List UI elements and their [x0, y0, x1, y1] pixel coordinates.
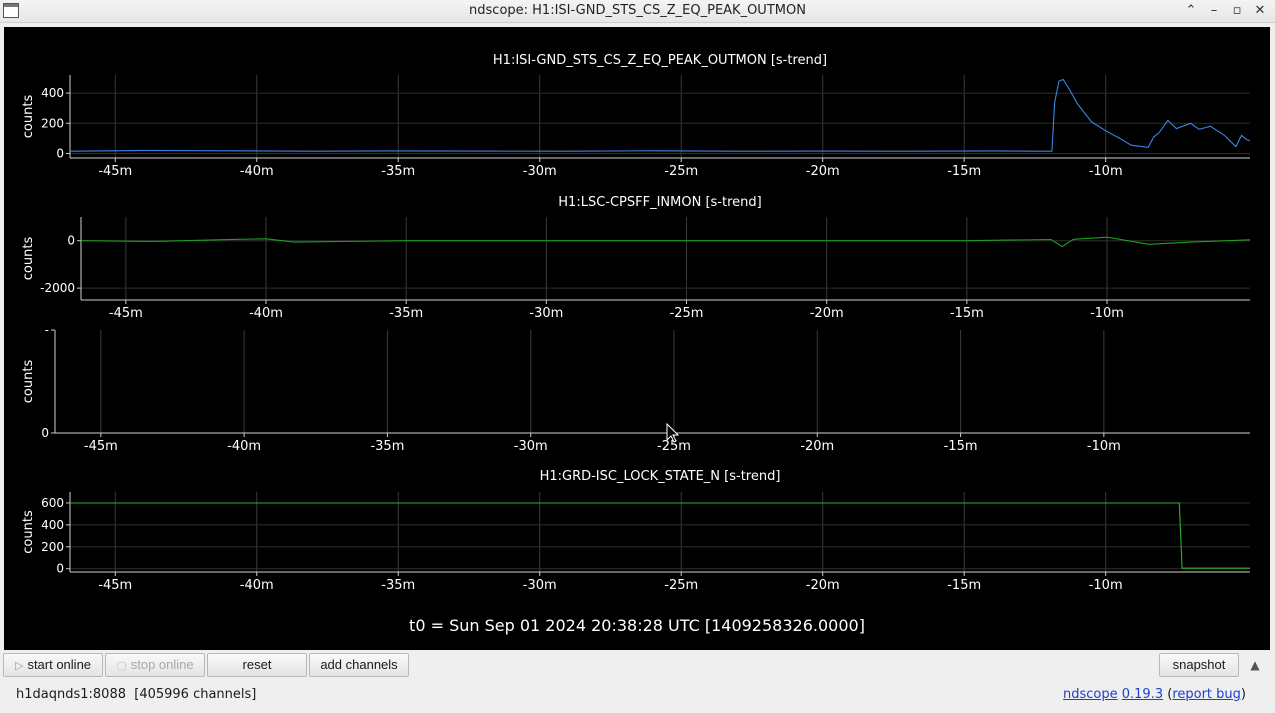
play-icon: ▷ [14, 660, 24, 672]
y-tick-label: 0 [56, 562, 64, 576]
snapshot-button[interactable]: snapshot [1159, 653, 1239, 677]
y-axis-label: counts [21, 237, 36, 281]
x-tick-label: -30m [523, 164, 557, 179]
report-bug-link[interactable]: report bug [1172, 687, 1241, 702]
series-line [70, 502, 1250, 569]
x-tick-label: -10m [1090, 306, 1124, 321]
x-tick-label: -20m [806, 578, 840, 593]
x-tick-label: -35m [389, 306, 423, 321]
series-line [69, 78, 1251, 152]
x-tick-label: -15m [944, 439, 978, 454]
start-online-label: start online [27, 657, 92, 672]
x-tick-label: -45m [109, 306, 143, 321]
stop-online-label: stop online [130, 657, 194, 672]
add-channels-button[interactable]: add channels [309, 653, 409, 677]
x-tick-label: -15m [947, 578, 981, 593]
y-tick-label: 0 [56, 146, 64, 160]
x-tick-label: -35m [381, 164, 415, 179]
x-tick-label: -35m [370, 439, 404, 454]
x-tick-label: -35m [381, 578, 415, 593]
y-tick-label: 0 [41, 426, 49, 440]
scope-plot-area[interactable]: 0 200 400 -45m -40m -35m -30m -25m -20m -15m -10m c… [4, 27, 1270, 650]
x-tick-label: -25m [664, 164, 698, 179]
y-tick-label: 200 [41, 540, 64, 554]
x-tick-label: -20m [806, 164, 840, 179]
x-tick-label: -30m [514, 439, 548, 454]
version-link[interactable]: 0.19.3 [1122, 687, 1163, 702]
x-tick-label: -20m [810, 306, 844, 321]
x-tick-label: -15m [947, 164, 981, 179]
stop-icon: ▢ [116, 660, 127, 672]
x-tick-label: -25m [670, 306, 704, 321]
reset-button[interactable]: reset [207, 653, 307, 677]
x-tick-label: -45m [98, 578, 132, 593]
plot-title: H1:GRD-ISC_LOCK_STATE_N [s-trend] [540, 469, 781, 484]
y-tick-label: -2000 [40, 281, 75, 295]
series-line [80, 236, 1251, 248]
x-tick-label: -20m [800, 439, 834, 454]
x-tick-label: -15m [950, 306, 984, 321]
status-server: h1daqnds1:8088 [405996 channels] [16, 687, 257, 702]
window-title: ndscope: H1:ISI-GND_STS_CS_Z_EQ_PEAK_OUT… [469, 3, 806, 18]
x-tick-label: -30m [523, 578, 557, 593]
chevron-up-icon[interactable]: ⌃ [1181, 1, 1201, 21]
status-about: ndscope 0.19.3 (report bug) [1062, 687, 1246, 702]
x-tick-label: -10m [1089, 578, 1123, 593]
y-axis-label: counts [21, 95, 36, 139]
y-tick-label: 600 [41, 496, 64, 510]
y-tick-label: 200 [41, 116, 64, 130]
t0-label: t0 = Sun Sep 01 2024 20:38:28 UTC [14092… [409, 616, 865, 635]
x-tick-label: -40m [227, 439, 261, 454]
x-tick-label: -30m [529, 306, 563, 321]
x-tick-label: -40m [240, 164, 274, 179]
x-tick-label: -10m [1089, 164, 1123, 179]
x-tick-label: -45m [98, 164, 132, 179]
y-tick-label: 0 [67, 234, 75, 248]
x-tick-label: -40m [249, 306, 283, 321]
y-tick-label: 400 [41, 86, 64, 100]
y-tick-label: - [45, 323, 49, 337]
plot-title: H1:LSC-CPSFF_INMON [s-trend] [558, 195, 761, 210]
expand-panel-icon[interactable]: ▲ [1248, 658, 1262, 672]
x-tick-label: -25m [664, 578, 698, 593]
close-icon[interactable]: ✕ [1250, 1, 1270, 21]
window-titlebar: ndscope: H1:ISI-GND_STS_CS_Z_EQ_PEAK_OUT… [0, 0, 1275, 23]
y-axis-label: counts [21, 510, 36, 554]
x-tick-label: -10m [1087, 439, 1121, 454]
plot-title: H1:ISI-GND_STS_CS_Z_EQ_PEAK_OUTMON [s-tr… [493, 53, 827, 68]
minimize-icon[interactable]: – [1204, 1, 1224, 21]
stop-online-button[interactable]: ▢ stop online [105, 653, 205, 677]
start-online-button[interactable]: ▷ start online [3, 653, 103, 677]
y-tick-label: 400 [41, 518, 64, 532]
plots-canvas[interactable]: 0 200 400 -45m -40m -35m -30m -25m -20m -15m -10m c… [4, 27, 1270, 650]
ndscope-link[interactable]: ndscope [1063, 687, 1118, 702]
x-tick-label: -40m [240, 578, 274, 593]
y-axis-label: counts [21, 360, 36, 404]
maximize-icon[interactable]: ▫ [1227, 1, 1247, 21]
x-tick-label: -45m [84, 439, 118, 454]
